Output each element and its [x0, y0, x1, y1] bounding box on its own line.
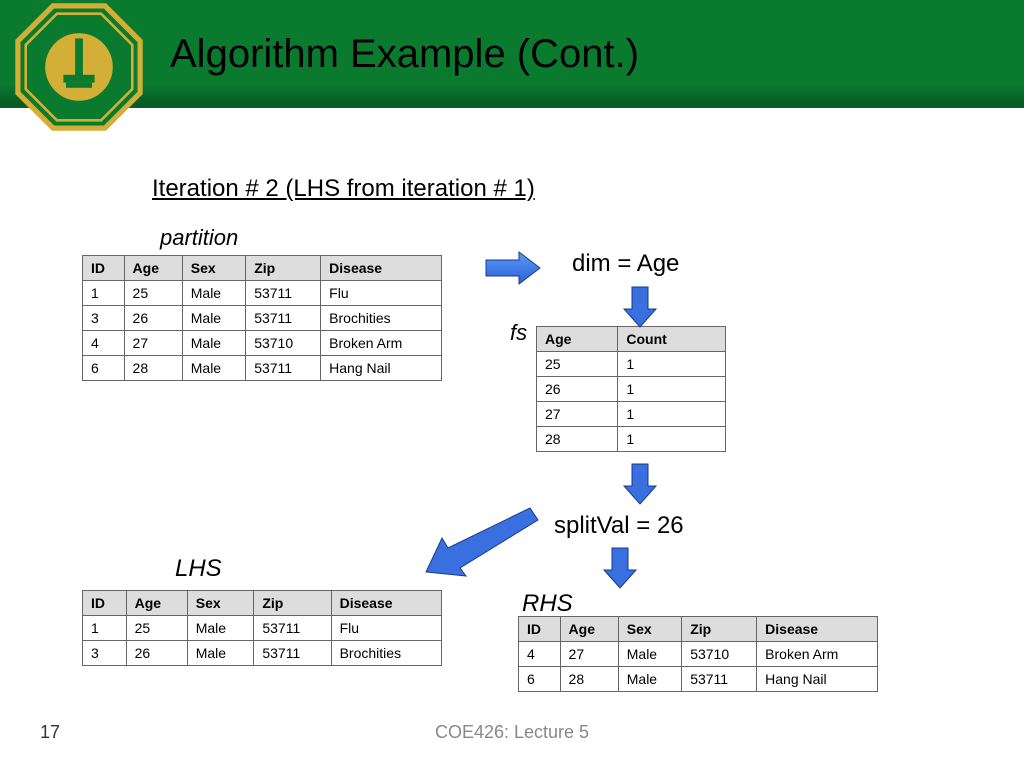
column-header: Zip [682, 617, 757, 642]
column-header: Zip [254, 591, 331, 616]
column-header: ID [83, 256, 125, 281]
table-row: 125Male53711Flu [83, 616, 442, 641]
column-header: Age [124, 256, 182, 281]
column-header: Age [560, 617, 618, 642]
arrow-down-icon [620, 285, 660, 329]
university-logo [14, 2, 144, 132]
table-row: 628Male53711Hang Nail [519, 667, 878, 692]
lhs-label: LHS [175, 555, 222, 583]
fs-label: fs [510, 320, 527, 346]
splitval-label: splitVal = 26 [554, 512, 684, 540]
partition-label: partition [160, 225, 238, 251]
arrow-right-icon [484, 248, 544, 288]
rhs-label: RHS [522, 590, 573, 618]
rhs-table: IDAgeSexZipDisease427Male53710Broken Arm… [518, 616, 878, 692]
column-header: Disease [321, 256, 442, 281]
table-row: 427Male53710Broken Arm [519, 642, 878, 667]
arrow-down-icon [600, 546, 640, 590]
column-header: Age [537, 327, 618, 352]
partition-table: IDAgeSexZipDisease125Male53711Flu326Male… [82, 255, 442, 381]
arrow-diagonal-icon [420, 500, 540, 580]
column-header: Sex [182, 256, 245, 281]
column-header: Sex [187, 591, 254, 616]
arrow-down-icon [620, 462, 660, 506]
column-header: Age [126, 591, 187, 616]
table-row: 125Male53711Flu [83, 281, 442, 306]
table-row: 427Male53710Broken Arm [83, 331, 442, 356]
table-row: 326Male53711Brochities [83, 641, 442, 666]
column-header: ID [83, 591, 127, 616]
column-header: Zip [246, 256, 321, 281]
column-header: Disease [331, 591, 441, 616]
table-row: 251 [537, 352, 726, 377]
column-header: Count [618, 327, 726, 352]
table-row: 261 [537, 377, 726, 402]
column-header: Sex [618, 617, 681, 642]
table-row: 326Male53711Brochities [83, 306, 442, 331]
dim-label: dim = Age [572, 250, 679, 278]
table-row: 281 [537, 427, 726, 452]
slide-title: Algorithm Example (Cont.) [170, 32, 639, 77]
table-row: 628Male53711Hang Nail [83, 356, 442, 381]
course-footer: COE426: Lecture 5 [0, 722, 1024, 743]
fs-table: AgeCount251261271281 [536, 326, 726, 452]
lhs-table: IDAgeSexZipDisease125Male53711Flu326Male… [82, 590, 442, 666]
table-row: 271 [537, 402, 726, 427]
iteration-heading: Iteration # 2 (LHS from iteration # 1) [152, 175, 535, 203]
column-header: ID [519, 617, 561, 642]
column-header: Disease [757, 617, 878, 642]
slide-header: Algorithm Example (Cont.) [0, 0, 1024, 108]
